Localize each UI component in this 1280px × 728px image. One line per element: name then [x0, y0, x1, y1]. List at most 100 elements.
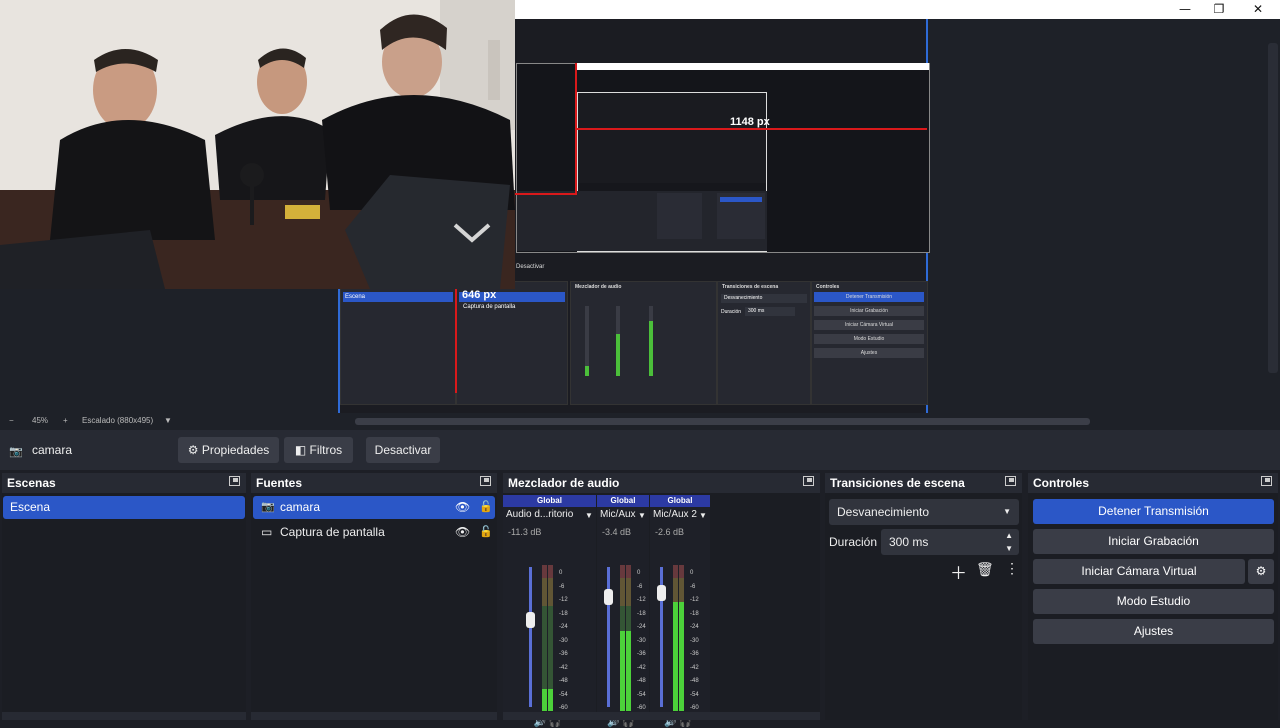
- scenes-toolbar: [2, 712, 246, 720]
- scale-tick: -54: [637, 691, 646, 698]
- meter-scale: 0 -6 -12 -18 -24 -30 -36 -42 -48 -54 -60: [690, 567, 699, 716]
- transition-value: Desvanecimiento: [837, 505, 930, 519]
- scale-tick: -30: [690, 637, 699, 644]
- scaling-dropdown-icon[interactable]: ▼: [164, 416, 172, 425]
- controls-dock: Controles Detener Transmisión Iniciar Gr…: [1028, 473, 1278, 720]
- start-recording-button[interactable]: Iniciar Grabación: [1033, 529, 1274, 554]
- meter-scale: 0 -6 -12 -18 -24 -30 -36 -42 -48 -54 -60: [559, 567, 568, 716]
- unlock-icon[interactable]: 🔓: [479, 521, 493, 544]
- mini-mixer-title: Mezclador de audio: [575, 284, 622, 290]
- scale-tick: -6: [690, 583, 696, 590]
- zoom-out-button[interactable]: −: [9, 416, 14, 425]
- preview-horizontal-scrollbar[interactable]: [355, 418, 1090, 425]
- mini-btn-record: Iniciar Grabación: [814, 306, 924, 316]
- undock-icon[interactable]: [229, 476, 240, 486]
- measure-line-vertical: [455, 289, 457, 393]
- preview-vertical-scrollbar[interactable]: [1268, 43, 1278, 373]
- scale-tick: -18: [690, 610, 699, 617]
- scale-tick: -6: [637, 583, 643, 590]
- channel-dropdown-icon[interactable]: ▼: [585, 511, 593, 520]
- channel-dropdown-icon[interactable]: ▼: [699, 511, 707, 520]
- trash-icon[interactable]: 🗑: [976, 561, 994, 578]
- filters-button[interactable]: ◧ Filtros: [284, 437, 353, 463]
- scale-tick: -6: [559, 583, 565, 590]
- preview-zoom-bar: − 45% + Escalado (880x495) ▼: [0, 413, 1280, 430]
- scale-tick: -48: [637, 678, 646, 684]
- source-item-captura[interactable]: ▭ Captura de pantalla 👁 🔓: [253, 521, 495, 544]
- more-options-icon[interactable]: ⋮: [1005, 560, 1019, 577]
- channel-dropdown-icon[interactable]: ▼: [638, 511, 646, 520]
- context-source-name: camara: [32, 443, 73, 457]
- meter-scale: 0 -6 -12 -18 -24 -30 -36 -42 -48 -54 -60: [637, 567, 646, 716]
- scale-tick: -12: [637, 597, 646, 603]
- eye-icon[interactable]: 👁: [455, 521, 470, 544]
- scenes-dock: Escenas Escena: [2, 473, 246, 720]
- restore-icon[interactable]: ❐: [1199, 0, 1239, 19]
- volume-fader-handle[interactable]: [657, 585, 666, 602]
- mini-transitions: Transiciones de escena Desvanecimiento D…: [717, 281, 811, 405]
- virtual-camera-gear-icon[interactable]: ⚙: [1248, 559, 1274, 584]
- undock-icon[interactable]: [1261, 476, 1272, 486]
- sources-toolbar: [251, 712, 497, 720]
- transitions-title: Transiciones de escena: [825, 473, 1022, 493]
- undock-icon[interactable]: [480, 476, 491, 486]
- gear-icon: ⚙: [187, 443, 199, 457]
- measure-line-horizontal: [575, 128, 927, 130]
- mini-trans-title: Transiciones de escena: [722, 284, 779, 290]
- scale-tick: -18: [559, 610, 568, 617]
- mixer-toolbar: [503, 712, 820, 720]
- scale-tick: -54: [690, 691, 699, 698]
- volume-fader-handle[interactable]: [604, 589, 613, 606]
- zoom-level: 45%: [32, 416, 49, 425]
- add-transition-icon[interactable]: ＋: [950, 559, 967, 584]
- monitor-icon: ▭: [261, 525, 273, 539]
- duration-input[interactable]: 300 ms ▲ ▼: [881, 529, 1019, 555]
- mini-source-label: Captura de pantalla: [463, 304, 516, 310]
- source-item-camara[interactable]: 📷 camara 👁 🔓: [253, 496, 495, 519]
- undock-icon[interactable]: [803, 476, 814, 486]
- mixer-channel-name: Mic/Aux: [600, 509, 636, 520]
- stop-streaming-button[interactable]: Detener Transmisión: [1033, 499, 1274, 524]
- scale-tick: -12: [690, 597, 699, 603]
- mixer-global-label[interactable]: Global: [503, 495, 596, 507]
- scale-tick: 0: [690, 570, 694, 576]
- level-meter: [620, 565, 625, 711]
- studio-mode-button[interactable]: Modo Estudio: [1033, 589, 1274, 614]
- transition-select[interactable]: Desvanecimiento ▼: [829, 499, 1019, 525]
- volume-fader-handle[interactable]: [526, 611, 535, 628]
- scale-tick: -42: [637, 664, 646, 671]
- spin-down-icon[interactable]: ▼: [1005, 536, 1013, 562]
- eye-icon[interactable]: 👁: [455, 496, 470, 519]
- unlock-icon[interactable]: 🔓: [479, 496, 493, 519]
- settings-button[interactable]: Ajustes: [1033, 619, 1274, 644]
- measure-line-corner: [515, 193, 577, 195]
- mixer-channel-name: Audio d...ritorio: [506, 509, 574, 520]
- scene-item[interactable]: Escena: [3, 496, 245, 519]
- mixer-title: Mezclador de audio: [503, 473, 820, 493]
- level-meter: [548, 565, 553, 711]
- properties-label: Propiedades: [201, 443, 270, 457]
- zoom-in-button[interactable]: +: [63, 416, 68, 425]
- volume-fader-track[interactable]: [529, 567, 532, 707]
- mixer-channel: Global Mic/Aux 2 ▼ -2.6 dB 0 -6 -12 -18 -24 -30 -3…: [650, 495, 710, 728]
- scale-tick: -54: [559, 691, 568, 698]
- scale-tick: -36: [690, 651, 699, 657]
- sources-title: Fuentes: [251, 473, 497, 493]
- measure-width-label: 1148 px: [730, 116, 770, 128]
- deactivate-button[interactable]: Desactivar: [366, 437, 440, 463]
- volume-fader-track[interactable]: [607, 567, 610, 707]
- mixer-global-label[interactable]: Global: [597, 495, 649, 507]
- mini-btn-virtualcam: Iniciar Cámara Virtual: [814, 320, 924, 330]
- close-icon[interactable]: ✕: [1238, 0, 1278, 19]
- scale-tick: -24: [690, 624, 699, 630]
- scaling-label: Escalado (880x495): [82, 416, 154, 425]
- properties-button[interactable]: ⚙ Propiedades: [178, 437, 279, 463]
- source-label: Captura de pantalla: [280, 525, 385, 539]
- scale-tick: -42: [559, 664, 568, 671]
- mixer-db-value: -2.6 dB: [655, 527, 685, 537]
- duration-label: Duración: [829, 535, 878, 549]
- mixer-global-label[interactable]: Global: [650, 495, 710, 507]
- start-virtual-camera-button[interactable]: Iniciar Cámara Virtual: [1033, 559, 1245, 584]
- undock-icon[interactable]: [1005, 476, 1016, 486]
- audio-mixer-dock: Mezclador de audio Global Audio d...ritor…: [503, 473, 820, 728]
